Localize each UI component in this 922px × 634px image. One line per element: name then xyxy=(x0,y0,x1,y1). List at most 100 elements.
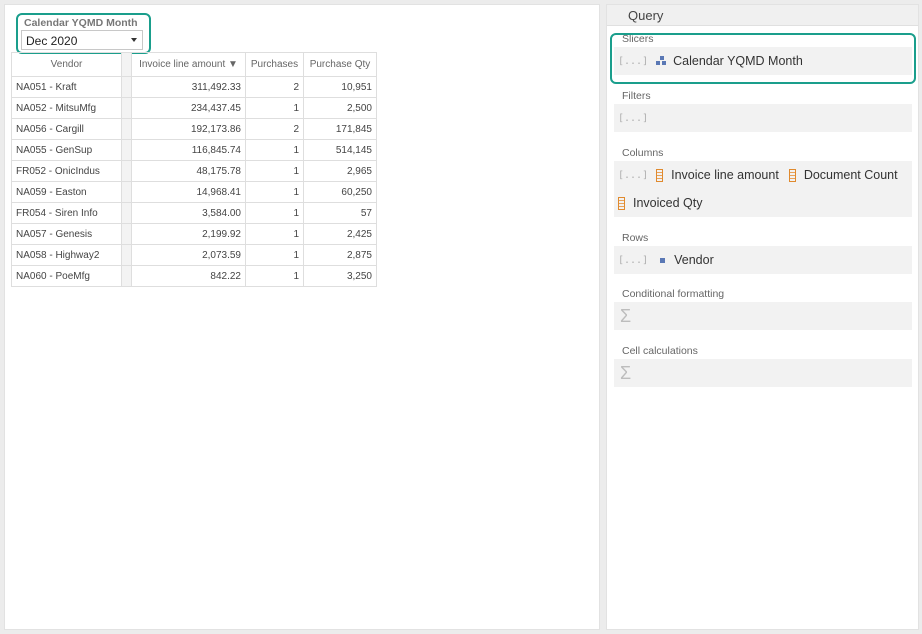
cell-amount: 311,492.33 xyxy=(131,76,246,98)
cell-gap xyxy=(121,202,132,224)
measure-icon xyxy=(618,196,625,210)
table-row: NA051 - Kraft 311,492.33 2 10,951 xyxy=(11,76,377,98)
bracket-icon: [...] xyxy=(618,55,649,67)
table-row: NA057 - Genesis 2,199.92 1 2,425 xyxy=(11,223,377,245)
table-header-row: Vendor Invoice line amount ▼ Purchases P… xyxy=(11,52,377,77)
row-chip-vendor[interactable]: Vendor xyxy=(656,246,714,274)
cell-vendor: NA056 - Cargill xyxy=(11,118,122,140)
cell-purchases: 1 xyxy=(245,181,304,203)
cell-gap xyxy=(121,223,132,245)
cell-amount: 48,175.78 xyxy=(131,160,246,182)
cell-qty: 171,845 xyxy=(303,118,377,140)
header-purchases[interactable]: Purchases xyxy=(245,52,304,77)
cell-calculations-dropzone[interactable]: Σ xyxy=(614,359,912,387)
slicer-chip-label: Calendar YQMD Month xyxy=(673,54,803,68)
cell-vendor: NA059 - Easton xyxy=(11,181,122,203)
cell-qty: 10,951 xyxy=(303,76,377,98)
bracket-icon: [...] xyxy=(618,112,649,124)
cell-qty: 2,965 xyxy=(303,160,377,182)
cell-qty: 2,425 xyxy=(303,223,377,245)
slicer-title: Calendar YQMD Month xyxy=(24,17,138,29)
rows-section: Rows [...] Vendor xyxy=(614,232,912,274)
cell-gap xyxy=(121,181,132,203)
cell-vendor: NA060 - PoeMfg xyxy=(11,265,122,287)
vendor-table: Vendor Invoice line amount ▼ Purchases P… xyxy=(11,52,377,287)
bracket-icon: [...] xyxy=(618,254,649,266)
columns-dropzone[interactable]: [...] Invoice line amount Document Count… xyxy=(614,161,912,217)
table-row: NA056 - Cargill 192,173.86 2 171,845 xyxy=(11,118,377,140)
query-panel: Query Slicers [...] Calendar YQMD Month … xyxy=(606,4,919,630)
header-vendor[interactable]: Vendor xyxy=(11,52,122,77)
sigma-icon: Σ xyxy=(620,362,632,383)
rows-label: Rows xyxy=(622,232,649,244)
cell-purchases: 1 xyxy=(245,223,304,245)
column-chip-invoiced-qty[interactable]: Invoiced Qty xyxy=(618,189,702,217)
cell-gap xyxy=(121,76,132,98)
month-slicer: Calendar YQMD Month Dec 2020 xyxy=(16,13,151,54)
cell-amount: 234,437.45 xyxy=(131,97,246,119)
cell-amount: 192,173.86 xyxy=(131,118,246,140)
filters-dropzone[interactable]: [...] xyxy=(614,104,912,132)
columns-label: Columns xyxy=(622,147,664,159)
cell-qty: 514,145 xyxy=(303,139,377,161)
cell-amount: 3,584.00 xyxy=(131,202,246,224)
cell-gap xyxy=(121,118,132,140)
table-row: FR054 - Siren Info 3,584.00 1 57 xyxy=(11,202,377,224)
cell-vendor: FR052 - OnicIndus xyxy=(11,160,122,182)
cell-purchases: 1 xyxy=(245,160,304,182)
report-panel: Calendar YQMD Month Dec 2020 Vendor Invo… xyxy=(4,4,600,630)
caret-down-icon[interactable] xyxy=(131,38,137,42)
sigma-icon: Σ xyxy=(620,305,632,326)
table-row: FR052 - OnicIndus 48,175.78 1 2,965 xyxy=(11,160,377,182)
table-row: NA058 - Highway2 2,073.59 1 2,875 xyxy=(11,244,377,266)
cell-vendor: NA052 - MitsuMfg xyxy=(11,97,122,119)
column-chip-label: Document Count xyxy=(803,168,898,182)
bracket-icon: [...] xyxy=(618,169,649,181)
cell-amount: 842.22 xyxy=(131,265,246,287)
cell-qty: 60,250 xyxy=(303,181,377,203)
cell-gap xyxy=(121,265,132,287)
measure-icon xyxy=(788,168,796,182)
measure-icon xyxy=(656,168,664,182)
cell-calculations-label: Cell calculations xyxy=(622,345,698,357)
cell-qty: 3,250 xyxy=(303,265,377,287)
month-select[interactable]: Dec 2020 xyxy=(21,30,143,50)
cell-purchases: 2 xyxy=(245,76,304,98)
cell-amount: 2,073.59 xyxy=(131,244,246,266)
column-chip-invoice-amount[interactable]: Invoice line amount xyxy=(656,161,779,189)
cell-purchases: 1 xyxy=(245,244,304,266)
conditional-formatting-dropzone[interactable]: Σ xyxy=(614,302,912,330)
header-invoice-amount[interactable]: Invoice line amount ▼ xyxy=(131,52,246,77)
cell-vendor: NA051 - Kraft xyxy=(11,76,122,98)
filters-label: Filters xyxy=(622,90,651,102)
table-row: NA055 - GenSup 116,845.74 1 514,145 xyxy=(11,139,377,161)
header-purchase-qty[interactable]: Purchase Qty xyxy=(303,52,377,77)
query-title: Query xyxy=(607,5,918,26)
table-row: NA052 - MitsuMfg 234,437.45 1 2,500 xyxy=(11,97,377,119)
dimension-icon xyxy=(660,257,666,263)
cell-qty: 57 xyxy=(303,202,377,224)
columns-section: Columns [...] Invoice line amount Docume… xyxy=(614,147,912,217)
cell-qty: 2,875 xyxy=(303,244,377,266)
cell-gap xyxy=(121,97,132,119)
column-chip-document-count[interactable]: Document Count xyxy=(788,161,898,189)
cell-purchases: 1 xyxy=(245,265,304,287)
hierarchy-icon xyxy=(656,56,667,66)
cell-gap xyxy=(121,139,132,161)
slicer-chip-calendar-month[interactable]: Calendar YQMD Month xyxy=(656,47,803,75)
header-gap xyxy=(121,52,132,77)
conditional-formatting-section: Conditional formatting Σ xyxy=(614,288,912,330)
conditional-formatting-label: Conditional formatting xyxy=(622,288,725,300)
cell-gap xyxy=(121,244,132,266)
row-chip-label: Vendor xyxy=(674,253,714,267)
slicers-dropzone[interactable]: [...] Calendar YQMD Month xyxy=(614,47,912,75)
cell-purchases: 1 xyxy=(245,97,304,119)
cell-qty: 2,500 xyxy=(303,97,377,119)
cell-vendor: NA055 - GenSup xyxy=(11,139,122,161)
cell-vendor: FR054 - Siren Info xyxy=(11,202,122,224)
table-row: NA060 - PoeMfg 842.22 1 3,250 xyxy=(11,265,377,287)
cell-calculations-section: Cell calculations Σ xyxy=(614,345,912,387)
cell-vendor: NA057 - Genesis xyxy=(11,223,122,245)
filters-section: Filters [...] xyxy=(614,90,912,132)
rows-dropzone[interactable]: [...] Vendor xyxy=(614,246,912,274)
